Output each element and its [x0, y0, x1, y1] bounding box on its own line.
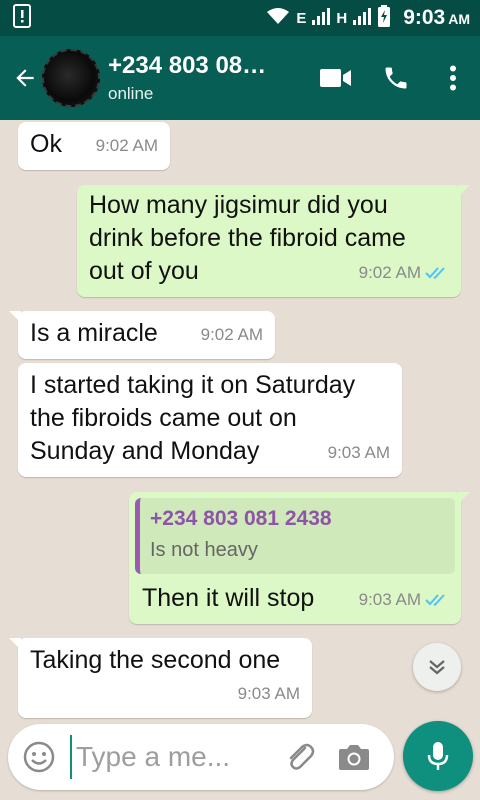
message-incoming[interactable]: I started taking it on Saturday the fibr… [18, 363, 402, 477]
message-input[interactable] [70, 735, 260, 779]
double-check-icon [425, 266, 445, 279]
message-time: 9:02 AM [200, 325, 263, 344]
contact-info[interactable]: +234 803 08… online [108, 52, 306, 104]
double-check-icon [425, 593, 445, 606]
battery-icon [377, 5, 391, 31]
bubble-tail [9, 638, 21, 650]
network-type-h: H [336, 9, 348, 27]
video-call-button[interactable] [306, 48, 366, 108]
status-ampm: AM [448, 11, 470, 27]
chat-header: +234 803 08… online [0, 36, 480, 120]
attach-button[interactable] [274, 724, 326, 790]
notification-icon [12, 3, 32, 33]
voice-message-button[interactable] [403, 721, 473, 791]
message-incoming[interactable]: Ok 9:02 AM [18, 122, 170, 170]
message-time: 9:02 AM [358, 263, 421, 282]
quote-text: Is not heavy [150, 539, 258, 561]
back-button[interactable] [4, 36, 46, 120]
attach-icon [289, 743, 315, 770]
signal-icon [312, 7, 331, 29]
message-text: Taking the second one [30, 646, 281, 674]
wifi-icon [266, 7, 290, 29]
chevron-down-icon [429, 660, 445, 675]
network-type-e: E [296, 9, 307, 27]
voice-call-button[interactable] [366, 48, 426, 108]
emoji-icon [23, 741, 55, 773]
bubble-tail [458, 492, 470, 504]
message-text: Is a miracle [30, 319, 158, 347]
status-time: 9:03 [403, 6, 446, 29]
message-composer [8, 724, 394, 790]
bubble-tail [9, 311, 21, 323]
message-text: Ok [30, 130, 62, 158]
message-line: drink before the fibroid came [89, 224, 406, 252]
camera-button[interactable] [326, 724, 382, 790]
more-options-button[interactable] [426, 48, 480, 108]
bubble-tail [458, 185, 470, 197]
chat-area[interactable]: Ok 9:02 AM How many jigsimur did you dri… [0, 120, 480, 720]
message-line: How many jigsimur did you [89, 191, 388, 219]
message-outgoing[interactable]: How many jigsimur did you drink before t… [77, 185, 470, 297]
message-line: the fibroids came out on [30, 404, 297, 432]
camera-icon [339, 745, 369, 770]
message-line: Sunday and Monday [30, 437, 260, 465]
message-outgoing[interactable]: +234 803 081 2438 Is not heavy Then it w… [129, 492, 470, 624]
back-arrow-icon [16, 69, 34, 87]
scroll-to-bottom-button[interactable] [413, 643, 461, 691]
message-time: 9:03 AM [358, 590, 421, 609]
video-call-icon [320, 69, 351, 87]
message-time: 9:02 AM [95, 136, 158, 155]
message-incoming[interactable]: Taking the second one 9:03 AM [9, 638, 312, 718]
quoted-message[interactable]: +234 803 081 2438 Is not heavy [135, 498, 455, 574]
quote-author: +234 803 081 2438 [150, 507, 332, 530]
message-time: 9:03 AM [237, 684, 300, 703]
message-text: Then it will stop [142, 584, 315, 612]
emoji-button[interactable] [8, 724, 70, 790]
mic-icon [427, 742, 449, 770]
more-vert-icon [450, 65, 456, 91]
status-bar: E H 9:03 AM [0, 0, 480, 36]
contact-status: online [108, 84, 154, 103]
message-line: I started taking it on Saturday [30, 371, 356, 399]
contact-name: +234 803 08… [108, 52, 267, 79]
message-incoming[interactable]: Is a miracle 9:02 AM [9, 311, 275, 359]
phone-icon [385, 67, 407, 89]
signal-icon [353, 7, 372, 29]
message-time: 9:03 AM [327, 443, 390, 462]
avatar[interactable] [42, 49, 100, 107]
